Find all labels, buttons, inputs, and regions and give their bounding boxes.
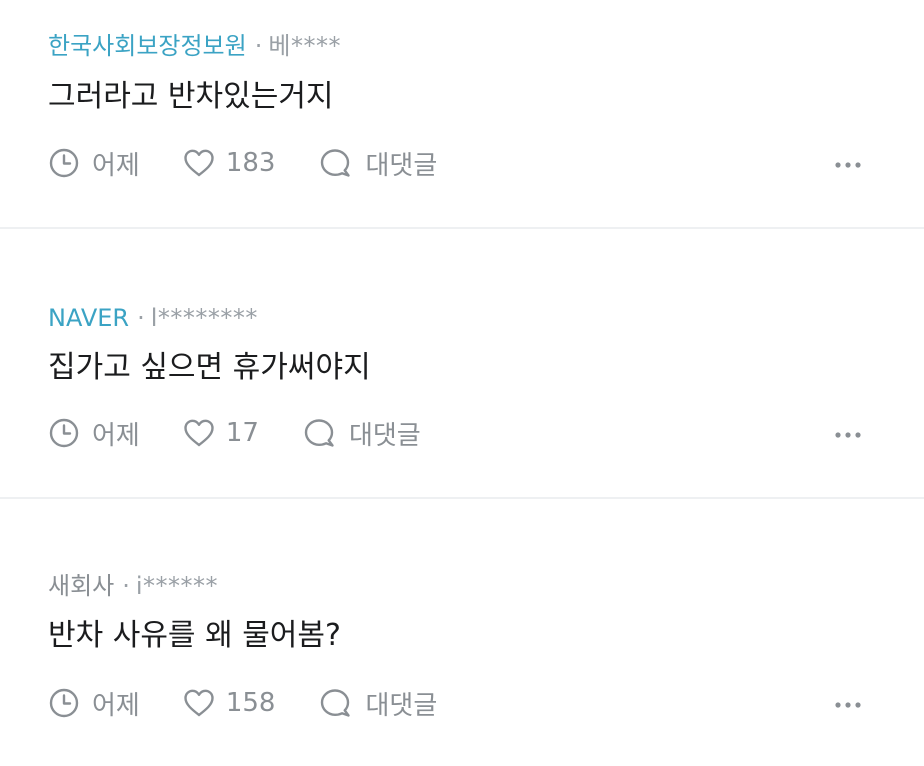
company-link[interactable]: NAVER: [48, 304, 129, 332]
meta-separator: ·: [137, 304, 145, 332]
like-button[interactable]: 158: [182, 687, 276, 719]
comment-item: 새회사 · i****** 반차 사유를 왜 물어봄? 어제 158 대댓글: [0, 501, 924, 766]
reply-label: 대댓글: [348, 420, 421, 451]
more-dots-icon: [834, 154, 862, 173]
like-button[interactable]: 17: [182, 417, 259, 449]
user-id: i******: [135, 572, 219, 600]
timestamp-label: 어제: [92, 150, 140, 181]
comment-text: 그러라고 반차있는거지: [48, 79, 334, 114]
reply-button[interactable]: 대댓글: [303, 415, 421, 452]
comment-text: 집가고 싶으면 휴가써야지: [48, 350, 371, 385]
speech-bubble-icon: [303, 417, 337, 449]
like-count: 17: [225, 418, 259, 448]
comment-meta: NAVER · l********: [48, 303, 258, 333]
comment-meta: 새회사 · i******: [48, 571, 218, 601]
comment-actions: 어제 183 대댓글: [48, 143, 876, 183]
comment-actions: 어제 17 대댓글: [48, 413, 876, 453]
heart-icon: [182, 147, 216, 179]
timestamp: 어제: [48, 415, 140, 452]
more-button[interactable]: [830, 689, 866, 717]
heart-icon: [182, 687, 216, 719]
comment-item: 한국사회보장정보원 · 베**** 그러라고 반차있는거지 어제 183 대댓글: [0, 0, 924, 229]
clock-icon: [48, 687, 80, 719]
reply-button[interactable]: 대댓글: [319, 145, 437, 182]
user-id: l********: [150, 304, 258, 332]
speech-bubble-icon: [319, 147, 353, 179]
user-id: 베****: [268, 32, 341, 60]
comment-actions: 어제 158 대댓글: [48, 683, 876, 723]
comment-meta: 한국사회보장정보원 · 베****: [48, 31, 341, 61]
company-name: 새회사: [48, 572, 115, 600]
timestamp-label: 어제: [92, 420, 140, 451]
company-link[interactable]: 한국사회보장정보원: [48, 32, 247, 60]
reply-label: 대댓글: [365, 150, 438, 181]
meta-separator: ·: [254, 32, 263, 60]
meta-separator: ·: [122, 572, 130, 600]
comment-text: 반차 사유를 왜 물어봄?: [48, 618, 341, 653]
clock-icon: [48, 417, 80, 449]
more-button[interactable]: [830, 419, 866, 447]
comment-item: NAVER · l******** 집가고 싶으면 휴가써야지 어제 17 대댓글: [0, 231, 924, 499]
heart-icon: [182, 417, 216, 449]
more-button[interactable]: [830, 149, 866, 177]
reply-label: 대댓글: [365, 690, 438, 721]
reply-button[interactable]: 대댓글: [319, 685, 437, 722]
like-button[interactable]: 183: [182, 147, 276, 179]
like-count: 158: [225, 688, 276, 718]
timestamp-label: 어제: [92, 690, 140, 721]
timestamp: 어제: [48, 145, 140, 182]
more-dots-icon: [834, 694, 862, 713]
like-count: 183: [225, 148, 276, 178]
speech-bubble-icon: [319, 687, 353, 719]
timestamp: 어제: [48, 685, 140, 722]
clock-icon: [48, 147, 80, 179]
more-dots-icon: [834, 424, 862, 443]
